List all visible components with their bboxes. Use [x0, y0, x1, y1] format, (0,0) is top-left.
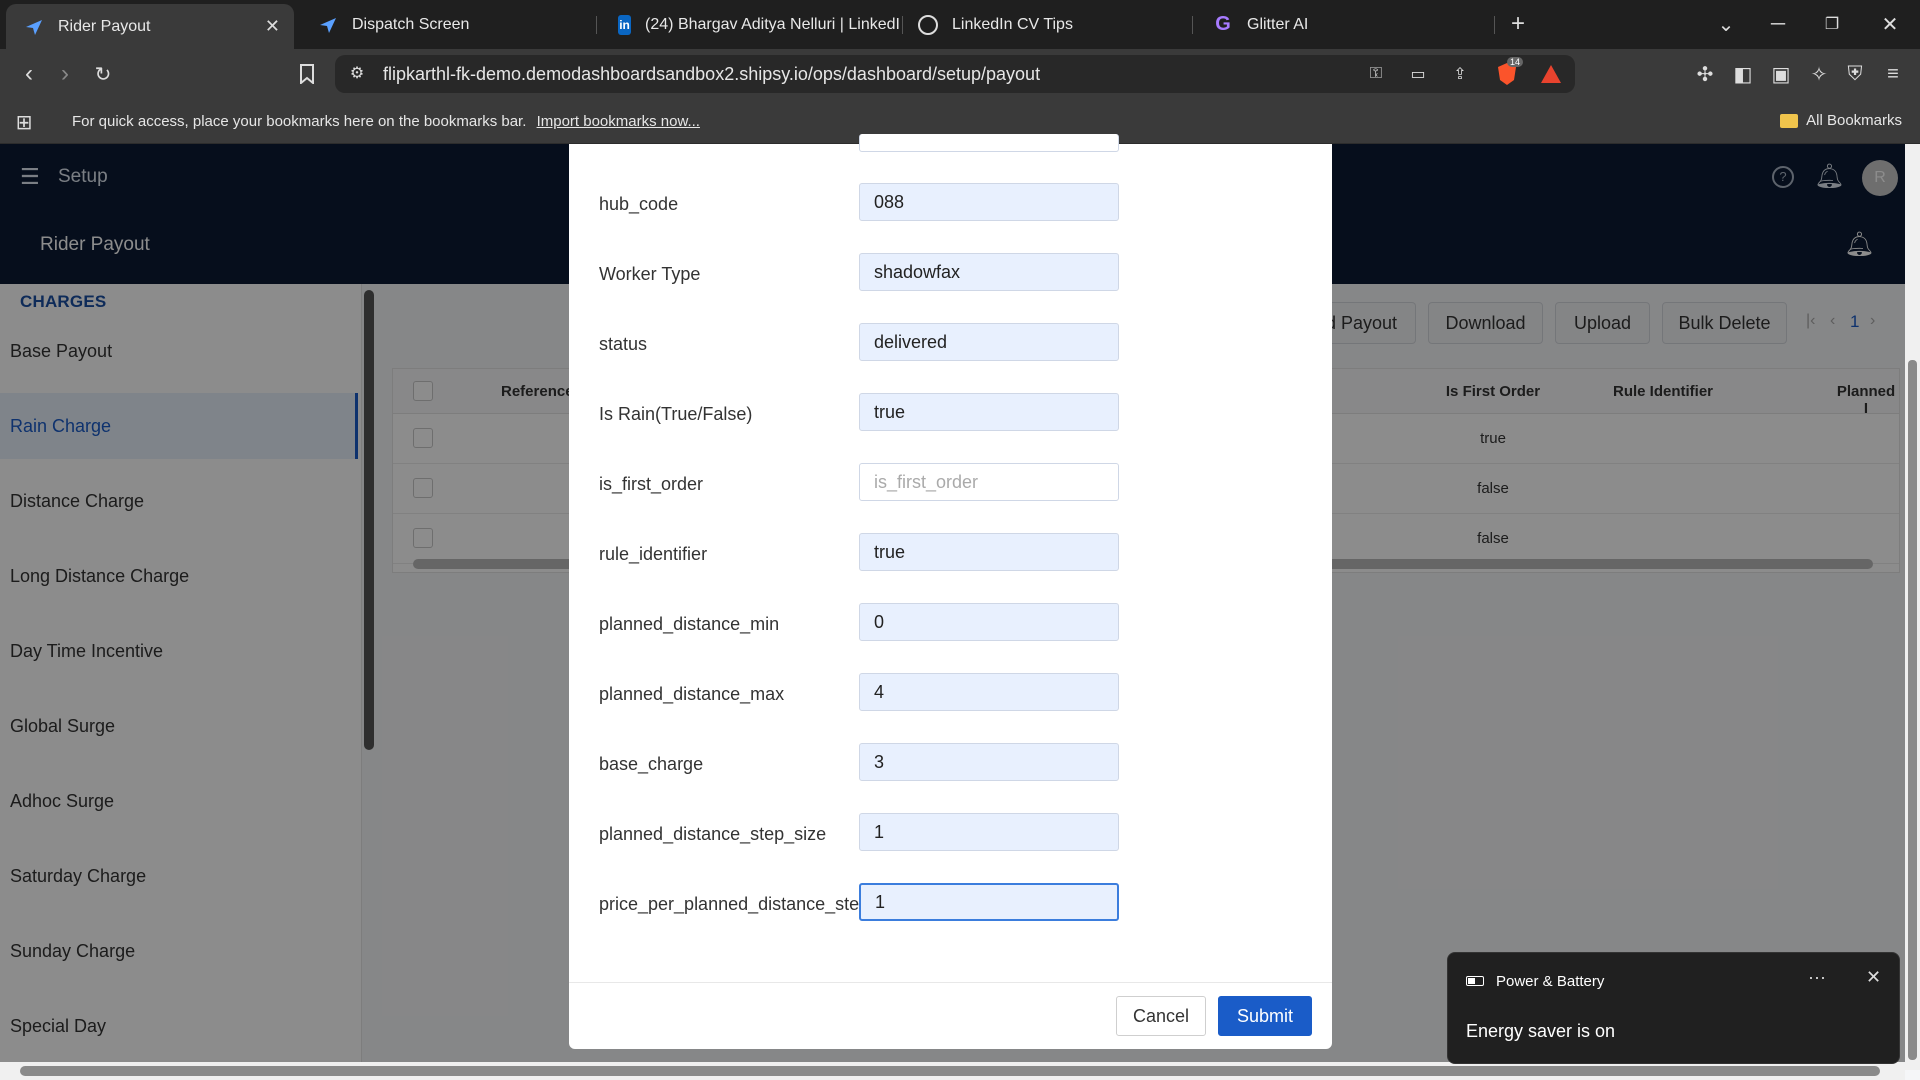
- tab-linkedin-profile[interactable]: in (24) Bhargav Aditya Nelluri | LinkedI: [600, 0, 900, 49]
- import-bookmarks-link[interactable]: Import bookmarks now...: [537, 113, 700, 130]
- minimize-icon[interactable]: ─: [1766, 12, 1790, 36]
- linkedin-icon: in: [618, 14, 632, 35]
- planned-distance-max-input[interactable]: [859, 673, 1119, 711]
- shipsy-favicon-icon: [24, 17, 44, 37]
- page-vertical-scrollbar-thumb[interactable]: [1908, 360, 1917, 1060]
- submit-button[interactable]: Submit: [1218, 996, 1312, 1036]
- planned-distance-min-input[interactable]: [859, 603, 1119, 641]
- cast-icon[interactable]: ▭: [1407, 63, 1429, 85]
- new-tab-icon[interactable]: +: [1506, 10, 1530, 37]
- edit-payout-rule-modal: hub_code Worker Type status Is Rain(True…: [569, 134, 1332, 1049]
- all-bookmarks-button[interactable]: All Bookmarks: [1780, 112, 1902, 129]
- sidebar-toggle-icon[interactable]: ◧: [1730, 61, 1756, 87]
- extensions-icon[interactable]: ✣: [1692, 61, 1718, 87]
- notification-body: Energy saver is on: [1466, 1021, 1616, 1041]
- leo-ai-icon[interactable]: ✧: [1806, 61, 1832, 87]
- site-info-icon[interactable]: ⚙: [347, 63, 367, 83]
- is-first-order-input[interactable]: [859, 463, 1119, 501]
- planned-distance-step-size-input[interactable]: [859, 813, 1119, 851]
- folder-icon: [1780, 113, 1799, 128]
- field-label-planned-distance-max: planned_distance_max: [599, 684, 785, 704]
- tab-close-icon[interactable]: ✕: [265, 16, 280, 37]
- status-input[interactable]: [859, 323, 1119, 361]
- menu-icon[interactable]: ≡: [1880, 61, 1906, 87]
- base-charge-input[interactable]: [859, 743, 1119, 781]
- tab-search-icon[interactable]: ⌄: [1714, 12, 1738, 36]
- hub-code-input[interactable]: [859, 183, 1119, 221]
- field-label-planned-distance-step-size: planned_distance_step_size: [599, 824, 827, 844]
- energy-saver-notification[interactable]: Power & Battery ··· ✕ Energy saver is on: [1447, 952, 1900, 1064]
- window-close-icon[interactable]: ✕: [1878, 12, 1902, 36]
- field-label-rule-identifier: rule_identifier: [599, 544, 708, 564]
- glitter-icon: G: [1215, 13, 1231, 35]
- cancel-button[interactable]: Cancel: [1116, 996, 1206, 1036]
- clipped-field-input[interactable]: [859, 134, 1119, 152]
- tab-rider-payout[interactable]: Rider Payout ✕: [6, 4, 294, 49]
- shipsy-favicon-icon: [318, 15, 338, 35]
- password-key-icon[interactable]: ⚿: [1365, 63, 1387, 85]
- tab-title: Glitter AI: [1247, 15, 1309, 33]
- rule-identifier-input[interactable]: [859, 533, 1119, 571]
- vpn-icon[interactable]: ⛨: [1842, 61, 1868, 87]
- is-rain-input[interactable]: [859, 393, 1119, 431]
- tab-linkedin-cv-tips[interactable]: LinkedIn CV Tips: [900, 0, 1190, 49]
- field-label-hub-code: hub_code: [599, 194, 679, 214]
- address-bar[interactable]: ⚙ flipkarthl-fk-demo.demodashboardsandbo…: [335, 55, 1575, 93]
- field-label-planned-distance-min: planned_distance_min: [599, 614, 780, 634]
- field-label-base-charge: base_charge: [599, 754, 704, 774]
- notification-title: Power & Battery: [1496, 973, 1605, 990]
- notification-close-icon[interactable]: ✕: [1866, 967, 1881, 988]
- field-label-worker-type: Worker Type: [599, 264, 701, 284]
- field-label-status: status: [599, 334, 648, 354]
- brave-rewards-icon[interactable]: [1539, 63, 1563, 85]
- reload-icon[interactable]: ↻: [90, 61, 116, 87]
- apps-grid-icon[interactable]: ⊞: [12, 110, 36, 134]
- page-horizontal-scrollbar-thumb[interactable]: [20, 1066, 1880, 1076]
- brave-badge: 14: [1507, 57, 1524, 67]
- tab-title: Rider Payout: [58, 17, 151, 35]
- tab-glitter-ai[interactable]: G Glitter AI: [1195, 0, 1485, 49]
- back-icon[interactable]: ‹: [16, 60, 42, 87]
- field-label-price-per-planned-distance-step: price_per_planned_distance_step: [599, 894, 870, 914]
- bookmark-icon[interactable]: [294, 61, 320, 87]
- modal-footer-divider: [569, 982, 1332, 983]
- forward-icon[interactable]: ›: [52, 60, 78, 87]
- tab-title: (24) Bhargav Aditya Nelluri | LinkedI: [645, 15, 900, 33]
- brave-shield-icon[interactable]: 14: [1495, 57, 1524, 87]
- field-label-is-first-order: is_first_order: [599, 474, 704, 494]
- wallet-icon[interactable]: ▣: [1768, 61, 1794, 87]
- restore-icon[interactable]: ❐: [1820, 12, 1844, 36]
- more-options-icon[interactable]: ···: [1808, 967, 1826, 988]
- share-icon[interactable]: ⇪: [1449, 63, 1471, 85]
- field-label-is-rain: Is Rain(True/False): [599, 404, 753, 424]
- tab-title: Dispatch Screen: [352, 15, 470, 33]
- bookmarks-message: For quick access, place your bookmarks h…: [72, 113, 700, 130]
- url-text[interactable]: flipkarthl-fk-demo.demodashboardsandbox2…: [383, 64, 1040, 85]
- tab-dispatch-screen[interactable]: Dispatch Screen: [300, 0, 590, 49]
- openai-icon: [918, 14, 938, 35]
- browser-toolbar: ‹ › ↻ ⚙ flipkarthl-fk-demo.demodashboard…: [0, 49, 1920, 100]
- browser-tab-bar: Rider Payout ✕ Dispatch Screen in (24) B…: [0, 0, 1920, 49]
- battery-icon: [1466, 976, 1484, 986]
- price-per-planned-distance-step-input[interactable]: [859, 883, 1119, 921]
- worker-type-input[interactable]: [859, 253, 1119, 291]
- tab-title: LinkedIn CV Tips: [952, 15, 1073, 33]
